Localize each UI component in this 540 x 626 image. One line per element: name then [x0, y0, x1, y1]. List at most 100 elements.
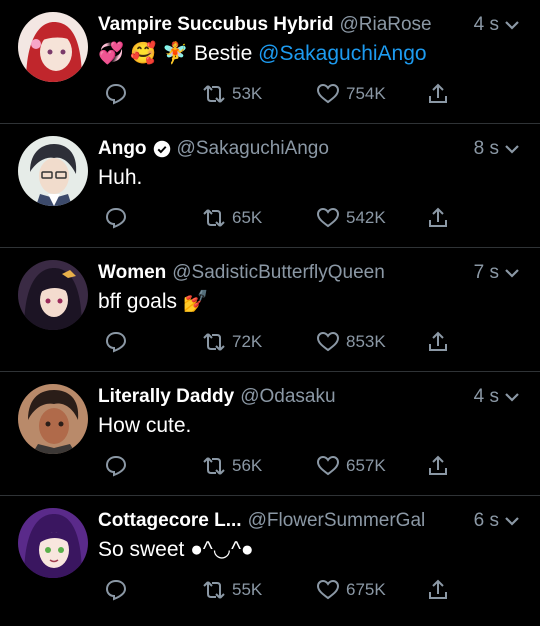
retweet-icon [203, 85, 225, 103]
tweet-header: Vampire Succubus Hybrid @RiaRose 4 s [98, 12, 520, 38]
retweet-icon [203, 581, 225, 599]
like-button[interactable]: 853K [316, 330, 386, 354]
tweet-text-body: So sweet ●^◡^● [98, 538, 254, 561]
retweet-icon [203, 209, 225, 227]
tweet-text: How cute. [98, 412, 520, 440]
tweet-text: So sweet ●^◡^● [98, 536, 520, 564]
retweet-icon [203, 333, 225, 351]
tweet-header: Women @SadisticButterflyQueen 7 s [98, 260, 520, 286]
reply-button[interactable] [104, 454, 128, 478]
retweet-button[interactable]: 65K [202, 206, 262, 230]
user-handle[interactable]: @SakaguchiAngo [177, 138, 329, 160]
user-handle[interactable]: @RiaRose [339, 14, 431, 36]
like-count: 754K [346, 84, 386, 103]
tweet-actions: 65K 542K [98, 206, 520, 232]
share-button[interactable] [426, 330, 450, 354]
retweet-button[interactable]: 72K [202, 330, 262, 354]
tweet-text-body: 💞 🥰 🧚 Bestie [98, 42, 259, 65]
tweet-text: bff goals 💅 [98, 288, 520, 316]
tweet-text-body: bff goals 💅 [98, 290, 209, 313]
retweet-count: 55K [232, 580, 263, 599]
like-button[interactable]: 542K [316, 206, 386, 230]
retweet-button[interactable]: 55K [202, 578, 262, 602]
timestamp[interactable]: 7 s [474, 262, 499, 284]
timestamp[interactable]: 6 s [474, 510, 499, 532]
like-icon [316, 207, 340, 228]
tweet[interactable]: Cottagecore L... @FlowerSummerGal 6 s So… [0, 496, 540, 626]
timestamp[interactable]: 8 s [474, 138, 499, 160]
verified-icon [153, 140, 170, 158]
tweet-actions: 72K 853K [98, 330, 520, 356]
avatar[interactable] [18, 12, 88, 82]
tweet-actions: 55K 675K [98, 578, 520, 604]
like-icon [316, 83, 340, 104]
avatar[interactable] [18, 260, 88, 330]
tweet[interactable]: Vampire Succubus Hybrid @RiaRose 4 s 💞 🥰… [0, 0, 540, 124]
share-button[interactable] [426, 206, 450, 230]
tweet-header: Ango @SakaguchiAngo 8 s [98, 136, 520, 162]
like-button[interactable]: 657K [316, 454, 386, 478]
retweet-icon [203, 457, 225, 475]
share-icon [429, 331, 447, 351]
tweet-text: 💞 🥰 🧚 Bestie @SakaguchiAngo [98, 40, 520, 68]
tweet[interactable]: Women @SadisticButterflyQueen 7 s bff go… [0, 248, 540, 372]
share-button[interactable] [426, 454, 450, 478]
tweet-header: Cottagecore L... @FlowerSummerGal 6 s [98, 508, 520, 534]
share-icon [429, 83, 447, 103]
reply-button[interactable] [104, 82, 128, 106]
like-count: 853K [346, 332, 386, 351]
display-name[interactable]: Literally Daddy [98, 386, 234, 408]
mention-link[interactable]: @SakaguchiAngo [258, 42, 426, 65]
retweet-button[interactable]: 56K [202, 454, 262, 478]
display-name[interactable]: Ango [98, 138, 147, 160]
avatar[interactable] [18, 508, 88, 578]
reply-button[interactable] [104, 578, 128, 602]
timestamp[interactable]: 4 s [474, 14, 499, 36]
chevron-down-icon[interactable] [504, 513, 520, 529]
display-name[interactable]: Women [98, 262, 166, 284]
like-button[interactable]: 754K [316, 82, 386, 106]
tweet-actions: 53K 754K [98, 82, 520, 108]
like-count: 542K [346, 208, 386, 227]
chevron-down-icon[interactable] [504, 265, 520, 281]
user-handle[interactable]: @SadisticButterflyQueen [172, 262, 385, 284]
share-icon [429, 455, 447, 475]
share-icon [429, 207, 447, 227]
user-handle[interactable]: @FlowerSummerGal [248, 510, 426, 532]
reply-icon [105, 579, 127, 601]
tweet[interactable]: Literally Daddy @Odasaku 4 s How cute. 5… [0, 372, 540, 496]
avatar[interactable] [18, 136, 88, 206]
share-icon [429, 579, 447, 599]
chevron-down-icon[interactable] [504, 141, 520, 157]
like-icon [316, 331, 340, 352]
timeline-feed: Vampire Succubus Hybrid @RiaRose 4 s 💞 🥰… [0, 0, 540, 626]
reply-button[interactable] [104, 206, 128, 230]
share-button[interactable] [426, 82, 450, 106]
retweet-count: 56K [232, 456, 263, 475]
tweet-text-body: Huh. [98, 166, 143, 189]
tweet[interactable]: Ango @SakaguchiAngo 8 s Huh. 65K 542K [0, 124, 540, 248]
retweet-count: 72K [232, 332, 263, 351]
like-count: 657K [346, 456, 386, 475]
reply-icon [105, 455, 127, 477]
share-button[interactable] [426, 578, 450, 602]
retweet-count: 53K [232, 84, 263, 103]
reply-icon [105, 331, 127, 353]
display-name[interactable]: Cottagecore L... [98, 510, 242, 532]
reply-button[interactable] [104, 330, 128, 354]
avatar[interactable] [18, 384, 88, 454]
like-icon [316, 579, 340, 600]
tweet-actions: 56K 657K [98, 454, 520, 480]
tweet-text: Huh. [98, 164, 520, 192]
chevron-down-icon[interactable] [504, 17, 520, 33]
like-icon [316, 455, 340, 476]
tweet-header: Literally Daddy @Odasaku 4 s [98, 384, 520, 410]
timestamp[interactable]: 4 s [474, 386, 499, 408]
retweet-button[interactable]: 53K [202, 82, 262, 106]
tweet-text-body: How cute. [98, 414, 192, 437]
display-name[interactable]: Vampire Succubus Hybrid [98, 14, 333, 36]
like-button[interactable]: 675K [316, 578, 386, 602]
user-handle[interactable]: @Odasaku [240, 386, 335, 408]
chevron-down-icon[interactable] [504, 389, 520, 405]
retweet-count: 65K [232, 208, 263, 227]
